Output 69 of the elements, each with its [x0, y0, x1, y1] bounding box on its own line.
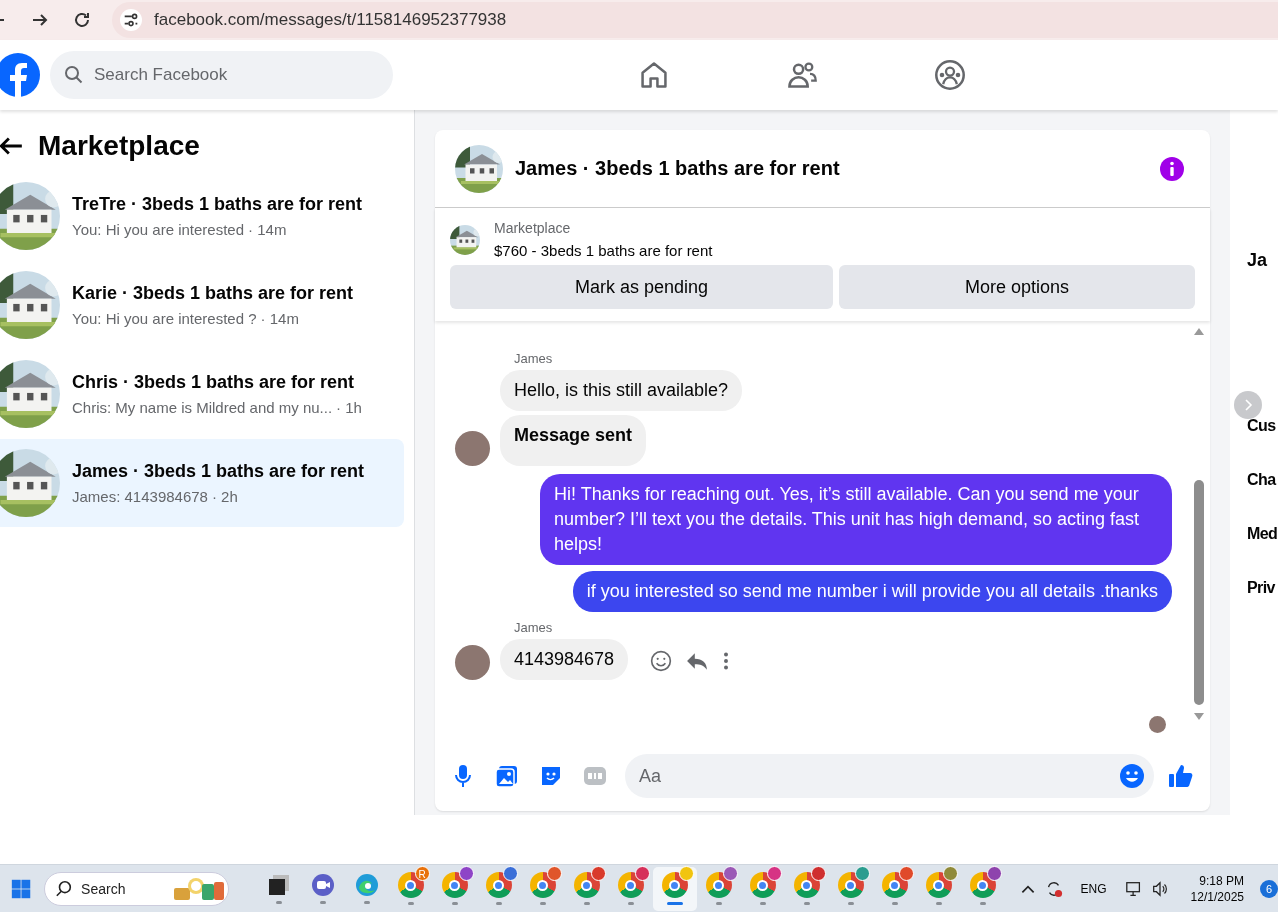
panel-item[interactable]: Med	[1247, 524, 1278, 544]
video-call-icon	[310, 873, 335, 897]
panel-item[interactable]: Cus	[1247, 416, 1276, 436]
timestamp: · 14m	[248, 221, 287, 238]
conversation-title: Chris · 3beds 1 baths are for rent	[72, 372, 356, 393]
conversation-item[interactable]: James · 3beds 1 baths are for rent James: 4143984678 · 2h	[0, 439, 404, 527]
message-preview: You: Hi you are interested ?	[72, 310, 257, 327]
clock[interactable]: 9:18 PM 12/1/2025	[1190, 872, 1244, 905]
conversation-title: James · 3beds 1 baths are for rent	[72, 461, 365, 482]
network-icon[interactable]	[1124, 879, 1143, 898]
smiley-icon[interactable]	[650, 650, 673, 672]
message-bubble: Hello, is this still available?	[500, 370, 743, 411]
photo-icon[interactable]	[495, 764, 519, 788]
info-icon[interactable]	[1160, 156, 1184, 181]
chat-title: James · 3beds 1 baths are for rent	[515, 157, 841, 180]
message-field[interactable]: Aa	[625, 754, 1154, 798]
contact-name: Ja	[1247, 250, 1269, 271]
search-icon	[55, 879, 74, 898]
conversation-title: TreTre · 3beds 1 baths are for rent	[72, 194, 363, 215]
address-bar[interactable]: facebook.com/messages/t/1158146952377938	[112, 2, 1278, 38]
facebook-logo[interactable]	[0, 53, 40, 97]
message-bubble: Message sent	[500, 415, 647, 466]
sidebar-title: Marketplace	[38, 130, 200, 162]
message-bubble: 4143984678	[500, 639, 629, 680]
reload-icon[interactable]	[72, 10, 92, 30]
window-stack-icon	[266, 873, 291, 897]
message-bubble: if you interested so send me number i will provide you all details .thanks	[572, 571, 1172, 612]
scroll-up-icon[interactable]	[1194, 327, 1204, 335]
speaker-icon[interactable]	[1150, 879, 1169, 898]
friends-icon[interactable]	[786, 59, 818, 91]
url-text: facebook.com/messages/t/1158146952377938	[154, 10, 507, 30]
message-preview: Chris: My name is Mildred and my nu...	[72, 399, 333, 416]
conversation-item[interactable]: Chris · 3beds 1 baths are for rent Chris: My name is Mildred and my nu... · 1h	[0, 350, 404, 438]
sender-name: James	[514, 351, 554, 366]
timestamp: · 14m	[260, 310, 299, 327]
sticker-icon[interactable]	[539, 764, 563, 788]
scrollbar-thumb[interactable]	[1194, 480, 1204, 705]
action-button[interactable]: More options	[839, 265, 1195, 309]
emoji-icon[interactable]	[1120, 764, 1144, 788]
timestamp: · 1h	[336, 399, 362, 416]
taskbar-search[interactable]: Search	[44, 871, 229, 906]
search-icon	[64, 65, 84, 85]
message-bubble: Hi! Thanks for reaching out. Yes, it’s still available. Can you send me your number? I’ll text you the details. This unit has high demand, so acting fast helps!	[540, 474, 1172, 565]
search-field[interactable]: Search Facebook	[50, 51, 393, 99]
more-icon[interactable]	[722, 650, 731, 672]
search-highlight-drawing	[171, 875, 226, 902]
panel-item[interactable]: Cha	[1247, 470, 1276, 490]
language-indicator[interactable]: ENG	[1080, 881, 1107, 896]
browser-icon	[354, 873, 379, 897]
notification-badge[interactable]: 6	[1260, 879, 1278, 898]
thumbs-up-icon[interactable]	[1168, 763, 1194, 789]
listing-source: Marketplace	[494, 220, 572, 236]
message-preview: James: 4143984678	[72, 488, 208, 505]
site-settings-icon[interactable]	[120, 9, 142, 31]
timestamp: · 2h	[211, 488, 238, 505]
conversation-title: Karie · 3beds 1 baths are for rent	[72, 283, 354, 304]
message-preview: You: Hi you are interested	[72, 221, 245, 238]
profile-badge: R	[414, 866, 430, 881]
conversation-item[interactable]: TreTre · 3beds 1 baths are for rent You: Hi you are interested · 14m	[0, 172, 404, 260]
read-receipt-avatar	[1149, 716, 1166, 733]
listing-title: $760 - 3beds 1 baths are for rent	[494, 242, 713, 259]
action-button[interactable]: Mark as pending	[450, 265, 833, 309]
scroll-down-icon[interactable]	[1194, 713, 1204, 721]
groups-icon[interactable]	[934, 59, 966, 91]
conversation-item[interactable]: Karie · 3beds 1 baths are for rent You: Hi you are interested ? · 14m	[0, 261, 404, 349]
home-icon[interactable]	[638, 59, 670, 91]
sender-name: James	[514, 620, 554, 635]
panel-item[interactable]: Priv	[1247, 578, 1275, 598]
scrollbar[interactable]	[1192, 327, 1206, 721]
